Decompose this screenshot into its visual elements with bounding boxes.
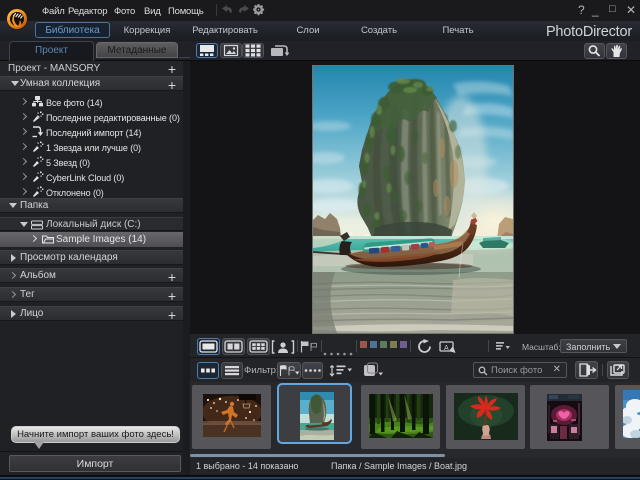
svg-text:A: A — [444, 345, 449, 352]
